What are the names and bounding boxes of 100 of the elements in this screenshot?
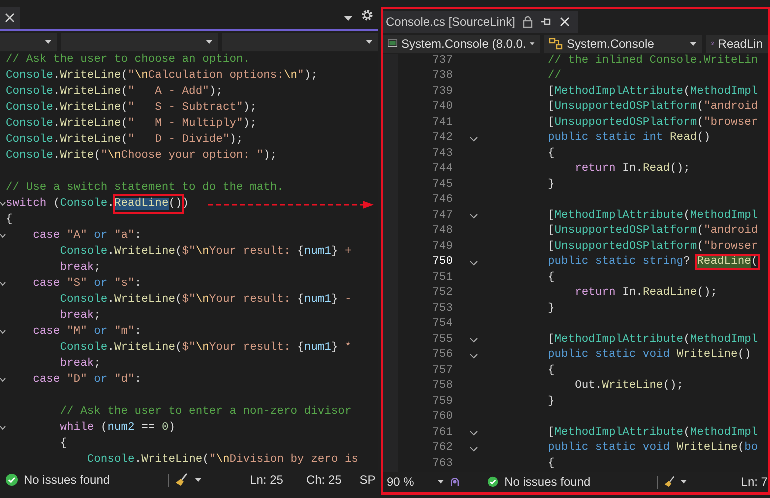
issues-status[interactable]: No issues found (24, 473, 110, 487)
code-text: // the inlined Console.WriteLin (548, 54, 758, 67)
code-text: { (548, 458, 555, 470)
line-number: 748 (432, 224, 453, 240)
dropdown-caret-icon[interactable] (45, 40, 52, 44)
line-number: 753 (432, 302, 453, 317)
pin-icon[interactable] (541, 16, 552, 27)
code-text: } (548, 396, 555, 408)
code-text: case "S" or "s": (33, 276, 142, 292)
check-circle-icon (488, 476, 499, 488)
code-text: Console.WriteLine($"\nYour result: {num1} * (60, 340, 352, 356)
close-icon[interactable] (560, 16, 570, 27)
zoom-level[interactable]: 90 % (387, 475, 414, 489)
line-number: 746 (432, 193, 453, 208)
code-text: public static string? (548, 256, 692, 268)
fold-chevron-icon[interactable] (0, 201, 6, 207)
line-number: 741 (432, 116, 453, 131)
dropdown-caret-icon[interactable] (530, 42, 535, 46)
line-number: 752 (432, 286, 453, 302)
member-dropdown[interactable]: ReadLin (706, 34, 768, 53)
code-text: { (60, 436, 68, 452)
fold-chevron-icon[interactable] (470, 354, 478, 359)
line-number: 749 (432, 240, 453, 255)
dropdown-caret-icon[interactable] (344, 16, 353, 22)
broom-icon[interactable] (175, 473, 190, 487)
line-number: 759 (432, 394, 453, 410)
code-text: case "A" or "a": (33, 228, 142, 244)
line-number: 762 (432, 441, 453, 456)
check-circle-icon (6, 474, 18, 486)
code-text: return In.ReadLine(); (575, 287, 718, 300)
line-number: 758 (432, 379, 453, 394)
fold-chevron-icon[interactable] (470, 338, 478, 344)
type-dropdown[interactable]: System.Console (544, 34, 702, 53)
document-tab[interactable]: Console.cs [SourceLink] (383, 10, 578, 33)
close-icon[interactable] (5, 13, 15, 23)
dropdown-caret-icon[interactable] (366, 40, 373, 44)
broom-icon[interactable] (664, 475, 676, 489)
fold-chevron-icon[interactable] (0, 281, 6, 287)
class-icon (549, 38, 563, 50)
code-text: [MethodImplAttribute(MethodImpl (548, 426, 758, 439)
code-text: public static int Read() (548, 132, 711, 144)
code-text: } (548, 302, 555, 315)
line-number: 751 (432, 270, 453, 286)
code-text: return In.Read(); (575, 163, 690, 176)
fold-chevron-icon[interactable] (0, 425, 6, 431)
code-text: Console.WriteLine(" A - Add"); (6, 84, 223, 100)
code-text: ) (182, 196, 190, 212)
line-indicator[interactable]: Ln: 7 (741, 475, 768, 489)
annotated-call: ReadLine( (697, 256, 758, 268)
line-number: 737 (432, 54, 453, 69)
tab-title[interactable]: Console.cs [SourceLink] (386, 14, 516, 29)
code-text: case "D" or "d": (33, 372, 142, 388)
fold-chevron-icon[interactable] (470, 431, 478, 436)
code-text: break; (60, 308, 101, 324)
code-text: break; (60, 260, 101, 276)
line-number: 738 (432, 69, 453, 84)
line-number: 754 (432, 317, 453, 332)
line-number: 743 (432, 146, 453, 162)
line-number: 760 (432, 410, 453, 426)
fold-chevron-icon[interactable] (0, 329, 6, 335)
code-text: { (548, 364, 555, 377)
line-number: 747 (432, 208, 453, 224)
dropdown-caret-icon[interactable] (438, 480, 444, 484)
code-text: Console.WriteLine($"\nYour result: {num1} - (60, 292, 352, 308)
line-number: 756 (432, 348, 453, 364)
line-number: 744 (432, 162, 453, 178)
line-number: 757 (432, 364, 453, 379)
code-text: [MethodImplAttribute(MethodImpl (548, 334, 758, 346)
line-number: 755 (432, 332, 453, 348)
dropdown-caret-icon[interactable] (206, 40, 213, 44)
code-text: while (num2 == 0) (60, 420, 176, 436)
head-icon[interactable] (450, 475, 460, 489)
project-dropdown[interactable]: System.Console (8.0.0. (383, 34, 540, 53)
fold-chevron-icon[interactable] (470, 446, 478, 452)
dropdown-caret-icon[interactable] (195, 478, 202, 482)
fold-chevron-icon[interactable] (0, 377, 6, 383)
dropdown-caret-icon[interactable] (690, 42, 697, 46)
code-text: switch (Console. (6, 196, 114, 212)
document-tab[interactable] (0, 7, 20, 29)
code-text: case "M" or "m": (33, 324, 142, 340)
code-text: public static void WriteLine(bo (548, 442, 758, 454)
line-number: 750 (432, 255, 453, 270)
code-text: Console.WriteLine(" D - Divide"); (6, 132, 244, 148)
code-text: Console.WriteLine(" S - Subtract"); (6, 100, 257, 116)
code-file-icon (388, 38, 398, 50)
dropdown-caret-icon[interactable] (681, 480, 688, 484)
whitespace-indicator[interactable]: SP (360, 473, 376, 487)
code-text: [MethodImplAttribute(MethodImpl (548, 86, 758, 98)
line-number: 763 (432, 456, 453, 472)
fold-chevron-icon[interactable] (470, 260, 478, 266)
column-indicator[interactable]: Ch: 25 (306, 473, 342, 487)
lock-icon (523, 16, 534, 28)
issues-status[interactable]: No issues found (504, 475, 591, 489)
line-indicator[interactable]: Ln: 25 (250, 473, 284, 487)
fold-chevron-icon[interactable] (0, 233, 6, 239)
code-text: Console.WriteLine("\nCalculation options:\n"); (6, 68, 318, 84)
code-text: { (548, 148, 555, 160)
fold-chevron-icon[interactable] (470, 136, 478, 142)
settings-icon[interactable] (361, 9, 374, 22)
fold-chevron-icon[interactable] (470, 214, 478, 220)
